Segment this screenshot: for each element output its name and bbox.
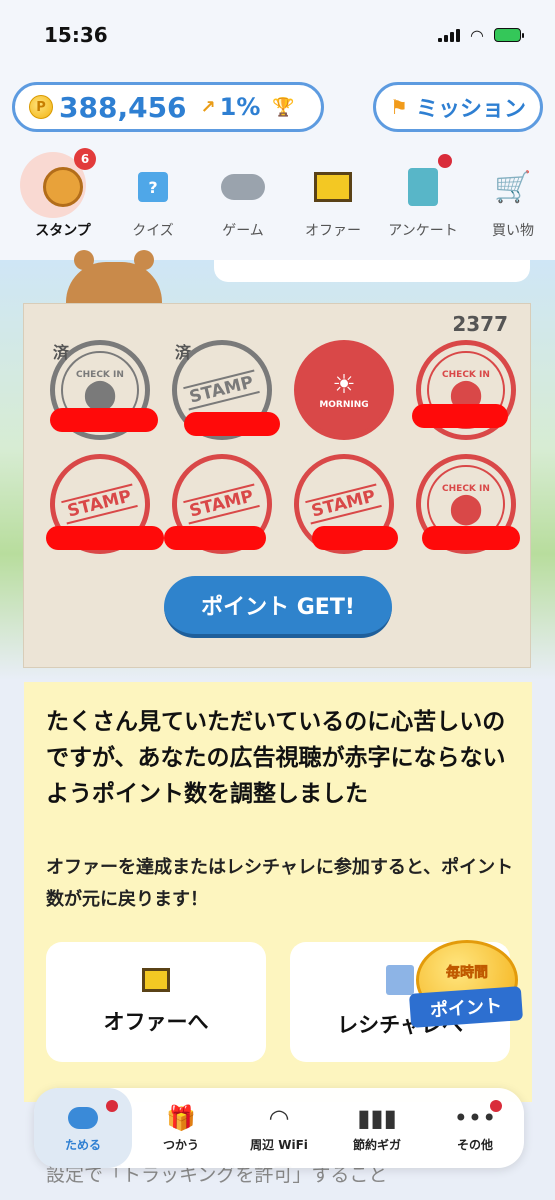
- category-shopping[interactable]: 🛒 買い物: [468, 142, 555, 260]
- pin-icon: ⬤: [449, 491, 483, 526]
- hourly-points-badge[interactable]: 毎時間 ポイント: [408, 940, 524, 1048]
- coin-icon: P: [29, 95, 53, 119]
- category-label: ゲーム: [222, 223, 264, 239]
- tab-tameru[interactable]: ためる: [34, 1088, 132, 1168]
- tab-label: 節約ギガ: [352, 1137, 401, 1152]
- done-mark: 済: [53, 343, 70, 362]
- category-label: アンケート: [388, 223, 458, 239]
- bottom-tab-bar: ためる 🎁 つかう ◠ 周辺 WiFi ▮▮▮ 節約ギガ ••• その他: [34, 1088, 524, 1168]
- point-get-button[interactable]: ポイント GET!: [164, 576, 392, 638]
- category-label: オファー: [305, 223, 361, 239]
- redaction: [164, 526, 266, 550]
- stamp-count: 2377: [452, 312, 508, 336]
- offer-button[interactable]: オファーへ: [46, 942, 266, 1062]
- category-bar: 6 スタンプ ? クイズ ゲーム オファー アンケート 🛒 買い物: [0, 142, 555, 260]
- stamp-word: STAMP: [305, 483, 383, 525]
- category-quiz[interactable]: ? クイズ: [108, 142, 198, 260]
- category-offer[interactable]: オファー: [288, 142, 378, 260]
- trend-up-icon: ↗: [200, 96, 216, 118]
- notice-body: オファーを達成またはレシチャレに参加すると、ポイント数が元に戻ります！: [46, 857, 514, 910]
- bars-icon: ▮▮▮: [357, 1103, 397, 1132]
- notification-dot: [438, 154, 452, 168]
- stamp-word: STAMP: [61, 483, 139, 525]
- stamp-text: MORNING: [319, 400, 369, 410]
- pin-icon: ⬤: [83, 377, 117, 412]
- stamp-word: STAMP: [183, 483, 261, 525]
- tab-other[interactable]: ••• その他: [426, 1088, 524, 1168]
- cart-icon: 🛒: [494, 169, 532, 205]
- wifi-status-icon: ◠: [470, 25, 484, 45]
- stamp-card: 2377 済 CHECK IN ⬤ 済 STAMP ☀ MORNING CHECK…: [23, 303, 531, 668]
- scene-card: [214, 260, 530, 282]
- tab-label: ためる: [64, 1137, 101, 1152]
- sun-icon: ☀: [332, 370, 356, 400]
- category-label: クイズ: [132, 223, 174, 239]
- top-header: P 388,456 ↗ 1% 🏆 ⚑ ミッション: [0, 70, 555, 142]
- notice-title: たくさん見ていただいているのに心苦しいのですが、あなたの広告視聴が赤字にならない…: [46, 709, 506, 807]
- notification-dot: [106, 1100, 118, 1112]
- category-game[interactable]: ゲーム: [198, 142, 288, 260]
- category-label: 買い物: [492, 223, 534, 239]
- stamp-bear-icon: [40, 164, 86, 210]
- tab-label: その他: [456, 1137, 493, 1152]
- done-mark: 済: [175, 343, 192, 362]
- hourly-badge-ribbon: ポイント: [408, 986, 524, 1028]
- flag-icon: ⚑: [390, 95, 408, 119]
- tab-label: 周辺 WiFi: [250, 1137, 308, 1152]
- mission-button[interactable]: ⚑ ミッション: [373, 82, 543, 132]
- trophy-icon: 🏆: [272, 96, 295, 118]
- points-pill[interactable]: P 388,456 ↗ 1% 🏆: [12, 82, 324, 132]
- battery-icon: [494, 28, 524, 42]
- status-bar: 15:36 ◠: [0, 0, 555, 70]
- piggy-bank-icon: [68, 1104, 98, 1132]
- treasure-chest-icon: [142, 968, 170, 992]
- treasure-chest-icon: [310, 164, 356, 210]
- stamp-word: STAMP: [183, 369, 261, 411]
- stamp-morning: ☀ MORNING: [294, 340, 394, 440]
- redaction: [184, 412, 280, 436]
- notification-dot: [490, 1100, 502, 1112]
- category-badge: 6: [74, 148, 96, 170]
- redaction: [412, 404, 508, 428]
- category-survey[interactable]: アンケート: [378, 142, 468, 260]
- mission-label: ミッション: [415, 97, 526, 122]
- status-time: 15:36: [44, 23, 108, 47]
- gift-icon: 🎁: [166, 1103, 196, 1132]
- hourly-badge-top: 毎時間: [446, 965, 489, 982]
- signal-icon: [438, 28, 461, 42]
- category-label: スタンプ: [35, 223, 91, 239]
- wifi-icon: ◠: [268, 1103, 290, 1132]
- tab-label: つかう: [162, 1137, 199, 1152]
- tab-tsukau[interactable]: 🎁 つかう: [132, 1088, 230, 1168]
- redaction: [422, 526, 520, 550]
- quiz-icon: ?: [130, 164, 176, 210]
- clipboard-icon: [400, 164, 446, 210]
- rate-value: 1%: [219, 93, 261, 121]
- redaction: [46, 526, 164, 550]
- tab-giga[interactable]: ▮▮▮ 節約ギガ: [328, 1088, 426, 1168]
- redaction: [312, 526, 398, 550]
- offer-button-label: オファーへ: [103, 1010, 209, 1034]
- status-icons: ◠: [438, 25, 524, 45]
- tab-wifi[interactable]: ◠ 周辺 WiFi: [230, 1088, 328, 1168]
- redaction: [50, 408, 158, 432]
- gamepad-icon: [220, 164, 266, 210]
- category-stamp[interactable]: 6 スタンプ: [18, 142, 108, 260]
- points-value: 388,456: [59, 90, 187, 124]
